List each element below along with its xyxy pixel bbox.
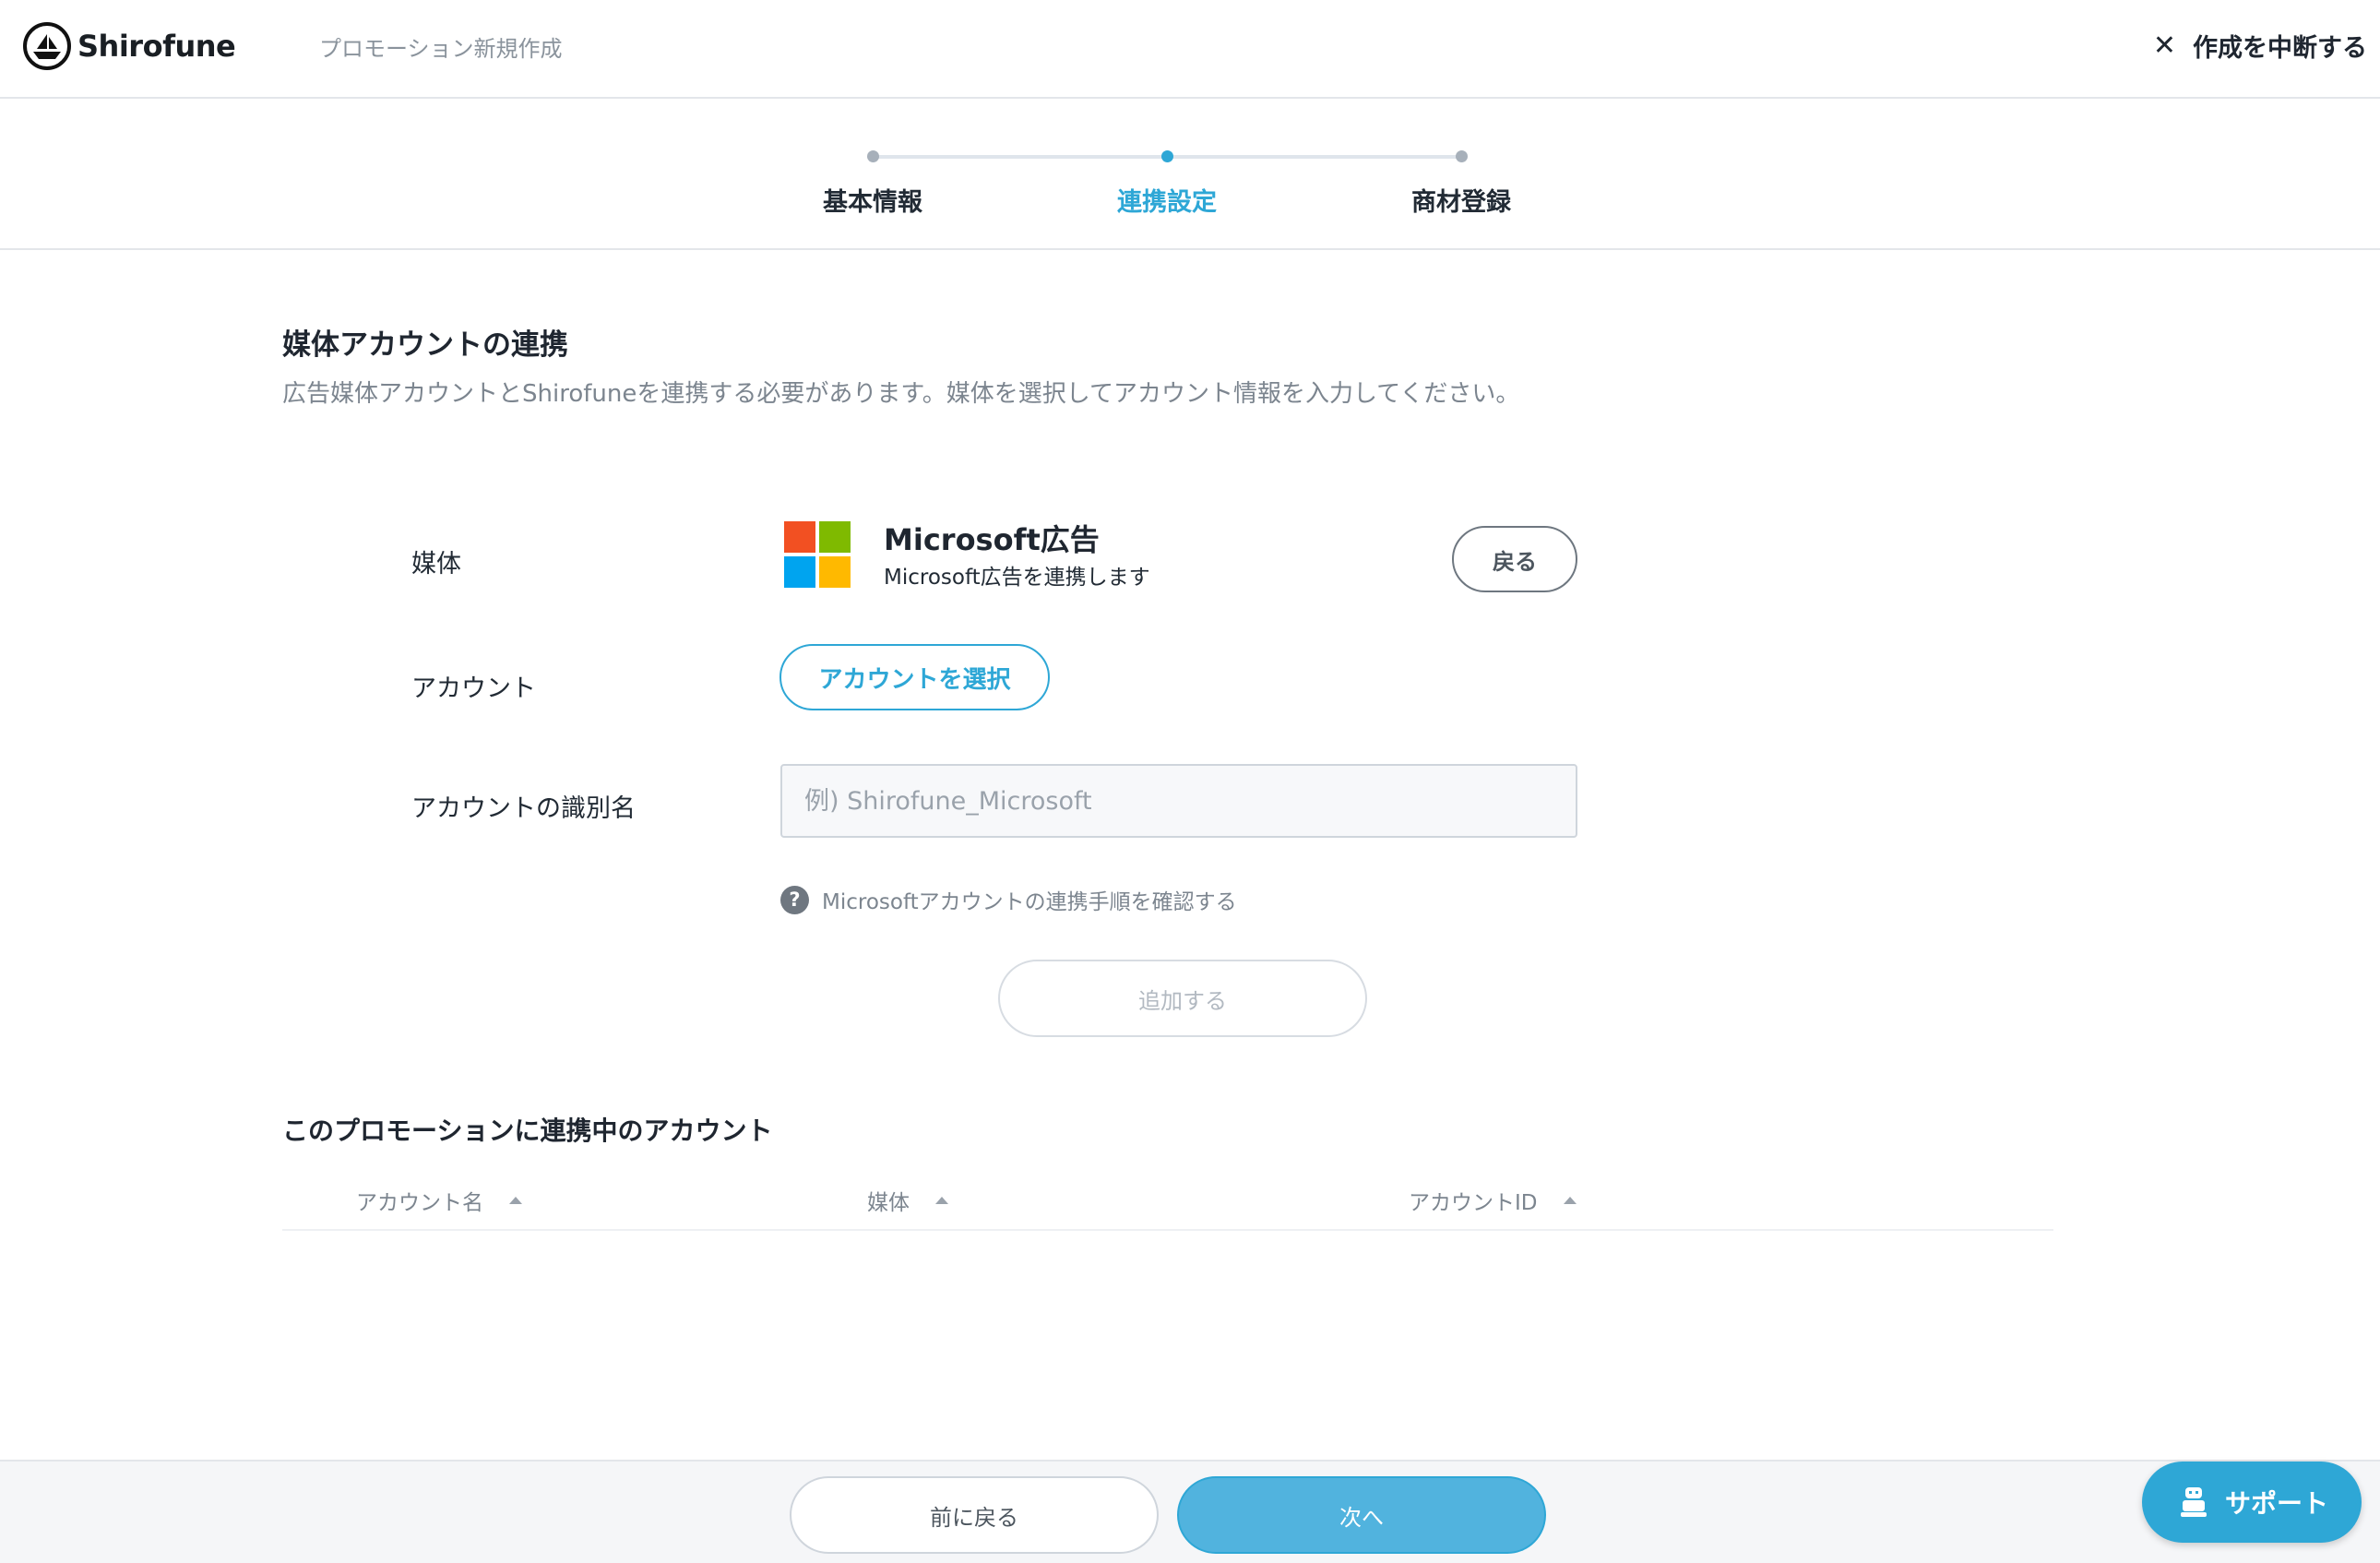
account-name-label: アカウントの識別名 [411,794,636,823]
account-label: アカウント [411,674,536,703]
step-dot-basic-info [867,150,879,162]
prev-button[interactable]: 前に戻る [790,1476,1159,1554]
support-label: サポート [2224,1488,2328,1519]
microsoft-logo-icon [784,521,851,588]
step-dot-linking [1161,150,1173,162]
sort-asc-icon [1563,1197,1577,1204]
select-account-button[interactable]: アカウントを選択 [779,644,1050,710]
media-name: Microsoft広告 [884,522,1100,557]
page: Shirofune プロモーション新規作成 ✕ 作成を中断する 基本情報 連携設… [0,0,2380,1563]
sort-asc-icon [509,1197,522,1204]
cancel-creation-label: 作成を中断する [2193,34,2367,63]
step-label-basic-info: 基本情報 [823,188,922,217]
breadcrumb: プロモーション新規作成 [319,36,563,62]
account-name-input[interactable] [780,764,1577,838]
next-button[interactable]: 次へ [1177,1476,1546,1554]
step-dot-products [1456,150,1468,162]
robot-icon [2180,1487,2207,1517]
media-label: 媒体 [411,550,461,579]
column-header-account-id[interactable]: アカウントID [1409,1185,1577,1216]
close-icon: ✕ [2152,30,2176,62]
linked-accounts-title: このプロモーションに連携中のアカウント [282,1116,773,1146]
sort-asc-icon [935,1197,948,1204]
column-header-label: アカウント名 [356,1191,483,1215]
stepper: 基本情報 連携設定 商材登録 [0,99,2380,250]
logo-text: Shirofune [77,29,236,64]
step-label-linking: 連携設定 [1117,188,1217,217]
help-link[interactable]: ? Microsoftアカウントの連携手順を確認する [780,884,1237,915]
column-header-media[interactable]: 媒体 [867,1185,948,1216]
cancel-creation-button[interactable]: ✕ 作成を中断する [2153,28,2367,64]
support-button[interactable]: サポート [2142,1462,2362,1543]
header: Shirofune プロモーション新規作成 ✕ 作成を中断する [0,0,2380,99]
section-description: 広告媒体アカウントとShirofuneを連携する必要があります。媒体を選択してア… [282,380,1520,408]
back-media-button[interactable]: 戻る [1452,526,1577,592]
section-title: 媒体アカウントの連携 [282,328,568,362]
column-header-account-name[interactable]: アカウント名 [356,1185,522,1216]
media-subtitle: Microsoft広告を連携します [884,566,1150,590]
logo[interactable]: Shirofune [22,20,236,72]
question-icon: ? [780,885,809,914]
column-header-label: 媒体 [867,1191,910,1215]
help-link-text: Microsoftアカウントの連携手順を確認する [822,890,1237,914]
shirofune-logo-icon [23,22,71,70]
table-divider [282,1229,2053,1231]
step-label-products: 商材登録 [1411,188,1511,217]
add-button[interactable]: 追加する [998,960,1367,1037]
column-header-label: アカウントID [1409,1191,1538,1215]
